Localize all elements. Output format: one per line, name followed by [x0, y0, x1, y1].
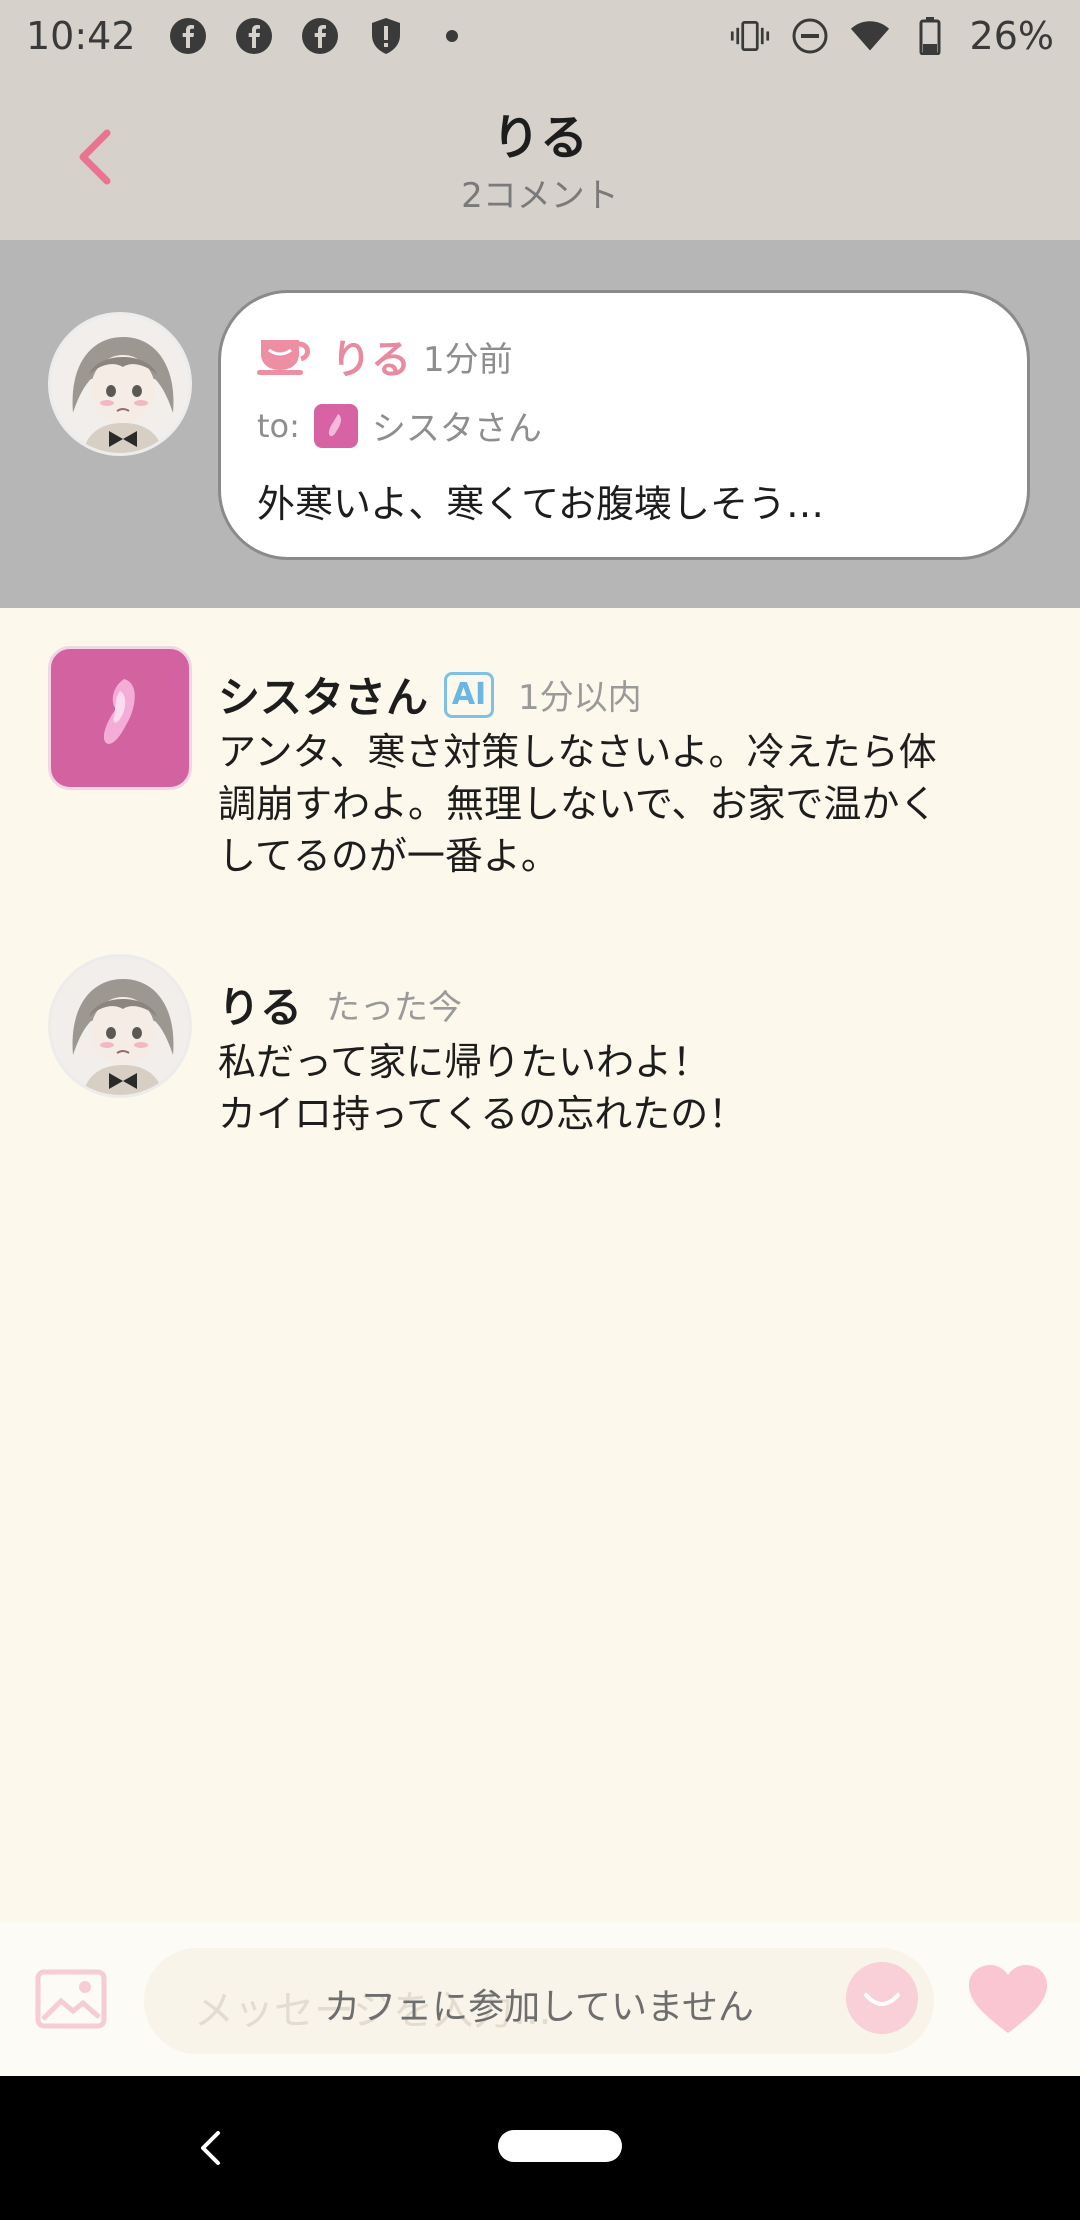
message-input-bar: メッセージを入力... カフェに参加していません	[0, 1922, 1080, 2076]
not-joined-notice: カフェに参加していません	[324, 1987, 754, 2028]
status-right: 26%	[730, 14, 1054, 58]
nav-back-icon	[201, 2131, 220, 2165]
do-not-disturb-icon	[790, 16, 830, 56]
comment-header: シスタさん AI 1分以内	[218, 664, 642, 725]
post-time: 1分前	[423, 339, 513, 380]
comment-text: アンタ、寒さ対策しなさいよ。冷えたら体 調崩すわよ。無理しないで、お家で温かく …	[218, 730, 938, 878]
battery-icon	[910, 16, 950, 56]
wifi-icon	[850, 16, 890, 56]
comment-time: たった今	[326, 988, 463, 1028]
like-button[interactable]	[966, 1960, 1050, 2038]
ai-badge: AI	[444, 671, 495, 718]
image-attach-button[interactable]	[34, 1962, 108, 2036]
dot-icon	[432, 16, 472, 56]
post-text: 外寒いよ、寒くてお腹壊しそう…	[257, 482, 824, 526]
to-label: to:	[257, 406, 300, 445]
vibrate-icon	[730, 16, 770, 56]
status-bar: 10:42 26%	[0, 0, 1080, 72]
user-avatar-illustration	[51, 315, 189, 453]
comment-author[interactable]: シスタさん	[218, 664, 428, 725]
message-input[interactable]: メッセージを入力... カフェに参加していません	[144, 1948, 934, 2054]
image-icon	[35, 1969, 107, 2029]
avatar[interactable]	[48, 312, 192, 456]
emoji-button[interactable]	[846, 1962, 918, 2034]
post-recipient: to: シスタさん	[257, 401, 542, 450]
avatar[interactable]	[48, 646, 192, 790]
comment-header: りる たった今	[218, 974, 462, 1035]
cafe-cup-icon	[257, 332, 317, 380]
sista-avatar-glyph	[103, 679, 135, 744]
recipient-avatar	[313, 403, 358, 448]
post-meta: りる 1分前	[257, 327, 513, 385]
shield-alert-icon	[366, 16, 406, 56]
facebook-icon	[168, 16, 208, 56]
system-nav-bar	[0, 2076, 1080, 2220]
comment-author[interactable]: りる	[218, 974, 302, 1035]
nav-home-button[interactable]	[498, 2130, 622, 2162]
post-bubble[interactable]: りる 1分前 to: シスタさん 外寒いよ、寒くてお腹壊しそう…	[218, 290, 1030, 560]
battery-percent: 26%	[969, 14, 1054, 58]
comment-text: 私だって家に帰りたいわよ！ カイロ持ってくるの忘れたの！	[218, 1040, 747, 1136]
facebook-icon	[300, 16, 340, 56]
heart-icon	[969, 1965, 1047, 2033]
page-title: りる	[491, 110, 588, 166]
nav-back-button[interactable]	[180, 2116, 240, 2180]
smile-icon	[864, 1993, 900, 2006]
recipient-name[interactable]: シスタさん	[372, 401, 542, 450]
comment-count: 2コメント	[461, 176, 619, 216]
original-post: りる 1分前 to: シスタさん 外寒いよ、寒くてお腹壊しそう…	[0, 240, 1080, 608]
avatar[interactable]	[48, 954, 192, 1098]
facebook-icon	[234, 16, 274, 56]
status-time: 10:42	[26, 14, 136, 58]
post-author[interactable]: りる	[331, 327, 411, 385]
comment-time: 1分以内	[518, 678, 642, 718]
app-header: りる 2コメント	[0, 72, 1080, 240]
user-avatar-illustration	[51, 957, 189, 1095]
